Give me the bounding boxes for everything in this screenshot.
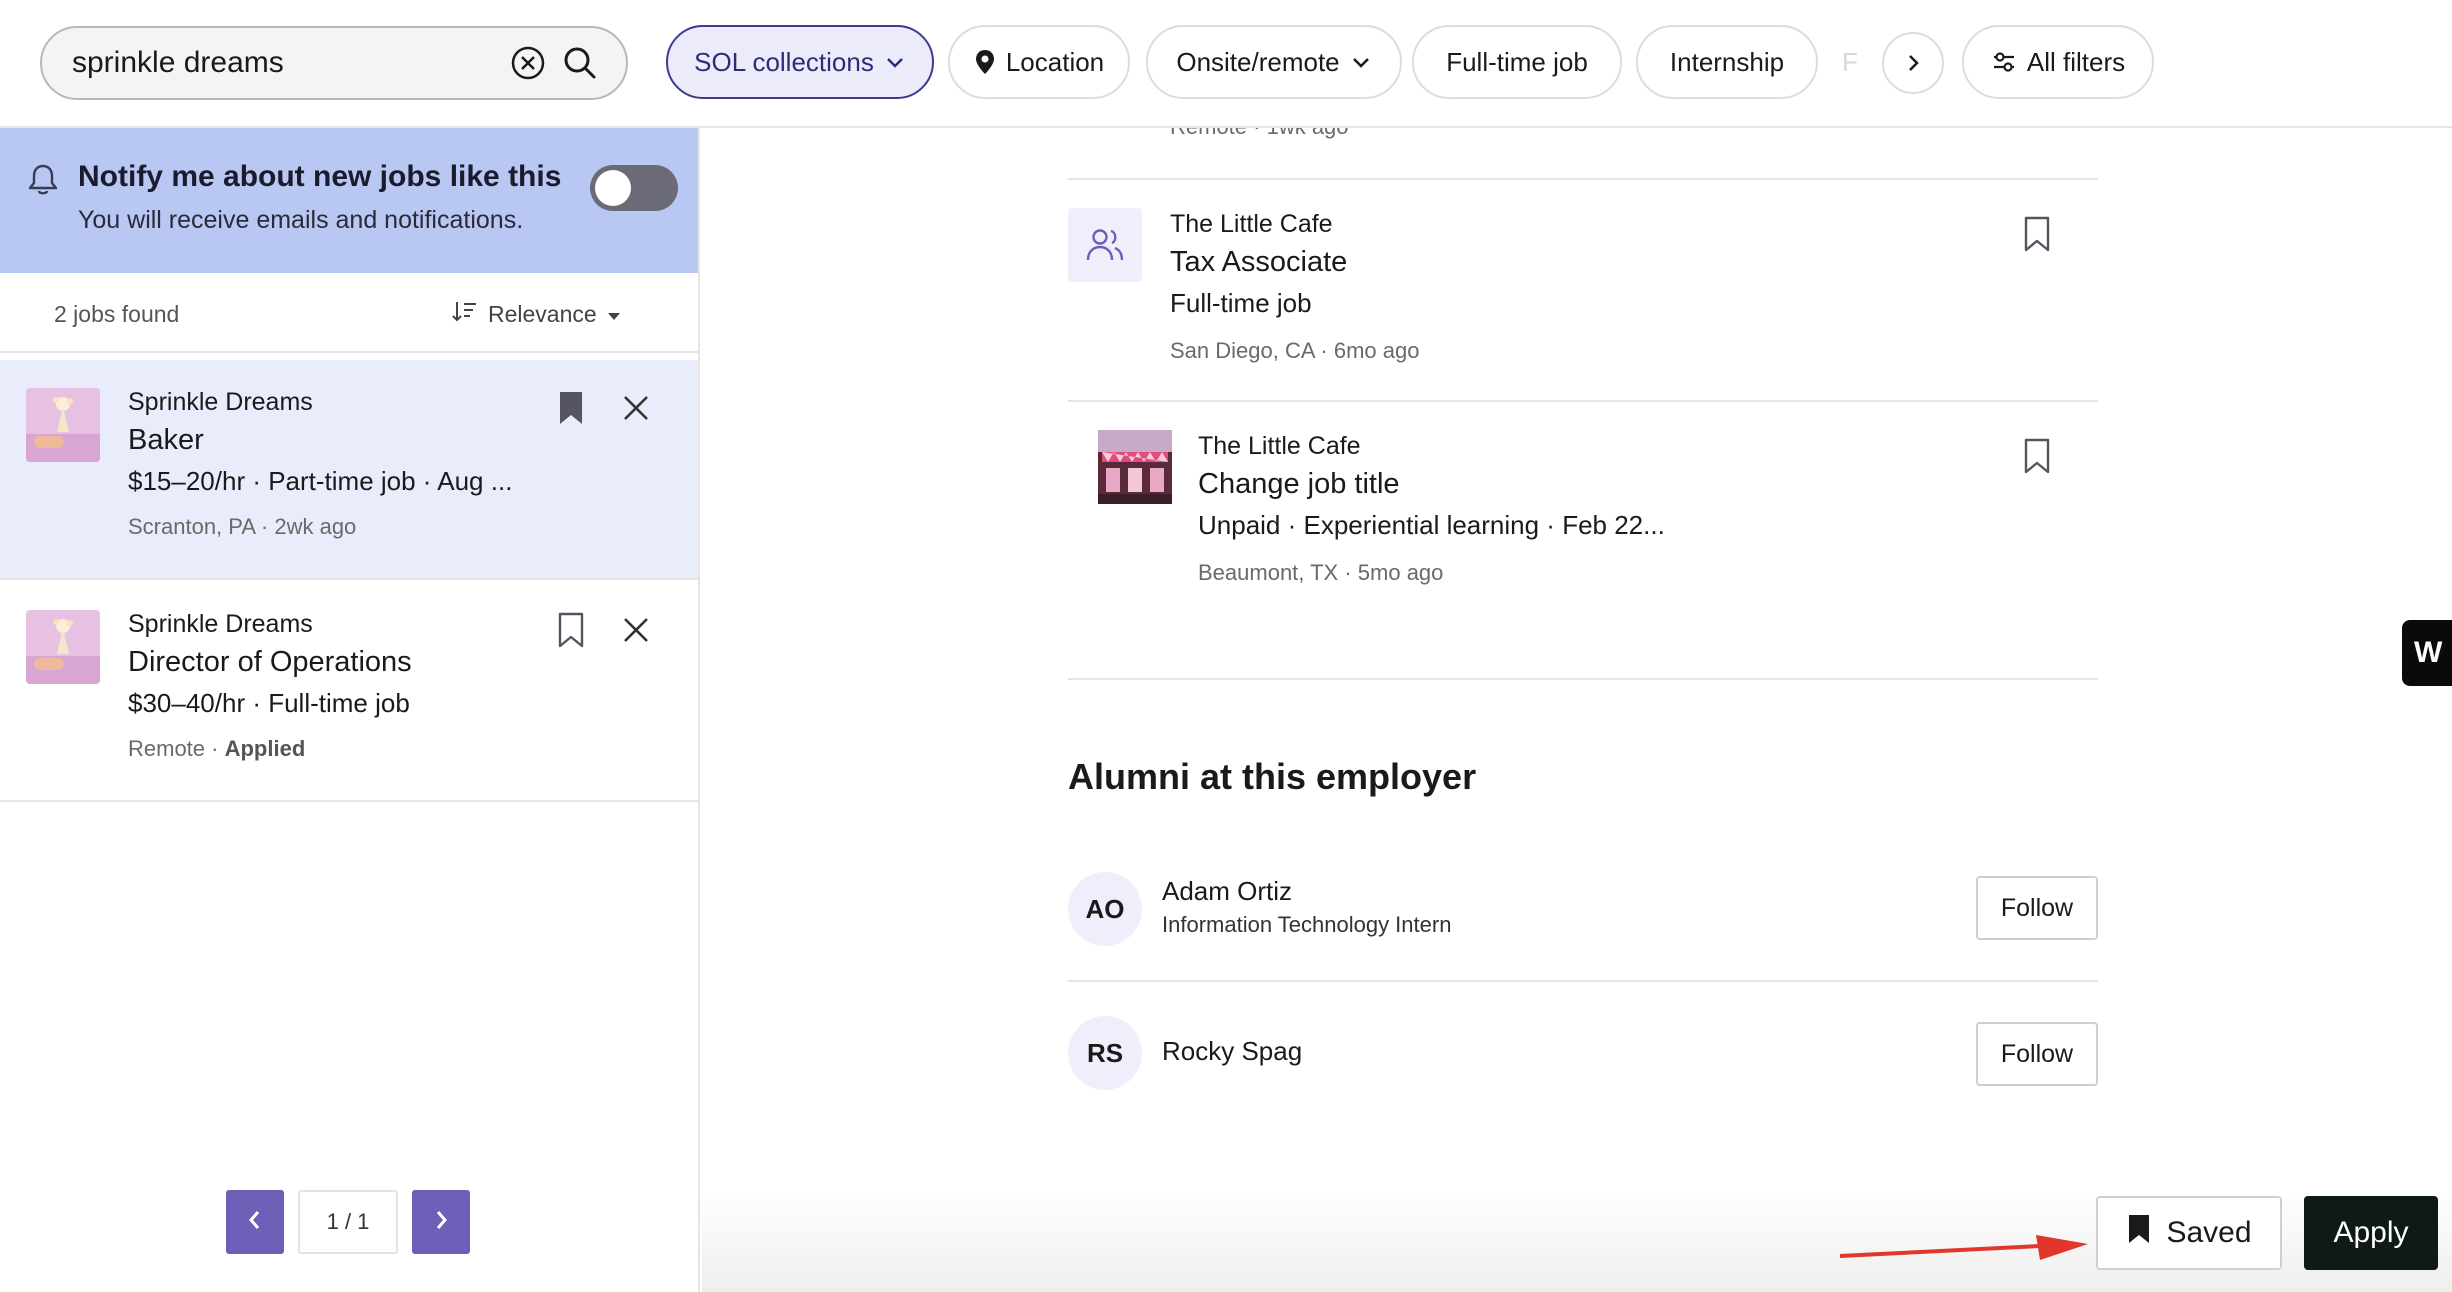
bookmark-filled-icon	[2126, 1213, 2152, 1253]
job-location: Remote	[128, 736, 206, 761]
search-input[interactable]: sprinkle dreams	[72, 46, 494, 80]
job-location-line: Remote · Applied	[128, 736, 306, 761]
apply-button[interactable]: Apply	[2304, 1196, 2438, 1270]
divider	[1068, 678, 2098, 680]
dismiss-icon[interactable]	[622, 616, 650, 649]
results-header: 2 jobs found Relevance	[0, 273, 698, 353]
alumni-role: Information Technology Intern	[1162, 912, 1452, 937]
filter-bar: sprinkle dreams SOL collections Location…	[0, 0, 2452, 128]
sort-icon	[452, 299, 478, 329]
saved-button[interactable]: Saved	[2096, 1196, 2282, 1270]
people-icon	[1068, 208, 1142, 282]
saved-label: Saved	[2166, 1216, 2252, 1249]
job-alert-subtitle: You will receive emails and notification…	[78, 206, 524, 234]
clear-search-icon[interactable]	[510, 45, 546, 81]
search-icon[interactable]	[562, 45, 598, 81]
all-filters-label: All filters	[2026, 46, 2126, 77]
dismiss-icon[interactable]	[622, 394, 650, 427]
job-alert-banner: Notify me about new jobs like this You w…	[0, 128, 698, 273]
job-company: Sprinkle Dreams	[128, 388, 313, 416]
applied-status: Applied	[224, 736, 306, 761]
job-location: Scranton, PA	[128, 514, 255, 539]
avatar[interactable]: AO	[1068, 872, 1142, 946]
alumni-name[interactable]: Adam Ortiz	[1162, 876, 1292, 907]
sort-dropdown[interactable]: Relevance	[452, 299, 621, 329]
bookmark-outline-icon[interactable]	[2022, 438, 2052, 479]
sort-label: Relevance	[488, 300, 597, 327]
cafe-photo	[1098, 430, 1172, 504]
follow-button[interactable]: Follow	[1976, 1022, 2098, 1086]
job-alert-toggle[interactable]	[590, 165, 678, 211]
chevron-down-icon	[1350, 51, 1372, 73]
caret-down-icon	[607, 301, 621, 328]
alumni-name[interactable]: Rocky Spag	[1162, 1036, 1302, 1067]
filter-overflow-chip[interactable]: F	[1830, 25, 1870, 99]
divider	[1068, 400, 2098, 402]
search-box[interactable]: sprinkle dreams	[40, 26, 628, 100]
similar-job-title[interactable]: Tax Associate	[1170, 246, 1347, 279]
job-title[interactable]: Baker	[128, 424, 204, 457]
filter-label: Location	[1005, 46, 1105, 77]
similar-job-location: Beaumont, TX · 5mo ago	[1198, 560, 1444, 585]
chevron-right-icon	[431, 1209, 451, 1236]
job-meta: $15–20/hr · Part-time job · Aug ...	[128, 466, 513, 496]
sliders-icon	[1991, 49, 2017, 75]
job-meta: $30–40/hr · Full-time job	[128, 688, 410, 718]
job-location-line: Scranton, PA · 2wk ago	[128, 514, 357, 539]
bookmark-filled-icon[interactable]	[556, 390, 586, 431]
job-company: Sprinkle Dreams	[128, 610, 313, 638]
company-logo	[26, 610, 100, 684]
filter-onsite-remote[interactable]: Onsite/remote	[1146, 25, 1402, 99]
similar-job-title[interactable]: Change job title	[1198, 468, 1400, 501]
filter-label: F	[1842, 46, 1858, 77]
divider	[1068, 980, 2098, 982]
job-detail-panel: Remote · 1wk ago The Little Cafe Tax Ass…	[702, 128, 2452, 1292]
company-logo	[26, 388, 100, 462]
job-posted: 2wk ago	[274, 514, 357, 539]
filter-label: Full-time job	[1446, 46, 1588, 77]
avatar[interactable]: RS	[1068, 1016, 1142, 1090]
location-pin-icon	[974, 48, 996, 76]
job-card[interactable]: Sprinkle Dreams Baker $15–20/hr · Part-t…	[0, 360, 698, 580]
alumni-section-title: Alumni at this employer	[1068, 756, 1477, 797]
divider	[1068, 178, 2098, 180]
job-title[interactable]: Director of Operations	[128, 646, 412, 679]
side-widget-tab[interactable]: W	[2402, 620, 2452, 686]
job-card[interactable]: Sprinkle Dreams Director of Operations $…	[0, 582, 698, 802]
chevron-left-icon	[245, 1209, 265, 1236]
similar-job-location: San Diego, CA · 6mo ago	[1170, 338, 1420, 363]
jobs-found-count: 2 jobs found	[54, 301, 180, 327]
chevron-down-icon	[884, 51, 906, 73]
filter-location[interactable]: Location	[948, 25, 1130, 99]
pagination: 1 / 1	[226, 1190, 470, 1254]
filter-sol-collections[interactable]: SOL collections	[666, 25, 934, 99]
all-filters-button[interactable]: All filters	[1962, 25, 2154, 99]
previous-page-button[interactable]	[226, 1190, 284, 1254]
filter-label: Internship	[1669, 46, 1785, 77]
bookmark-outline-icon[interactable]	[556, 612, 586, 653]
filter-label: SOL collections	[694, 46, 874, 77]
chevron-right-icon	[1902, 52, 1924, 74]
similar-job-company: The Little Cafe	[1170, 210, 1333, 238]
filter-full-time-job[interactable]: Full-time job	[1412, 25, 1622, 99]
job-alert-title: Notify me about new jobs like this	[78, 160, 562, 193]
page-indicator: 1 / 1	[298, 1190, 398, 1254]
follow-button[interactable]: Follow	[1976, 876, 2098, 940]
next-page-button[interactable]	[412, 1190, 470, 1254]
filter-internship[interactable]: Internship	[1636, 25, 1818, 99]
annotation-arrow-icon	[1839, 1235, 2088, 1260]
filter-label: Onsite/remote	[1176, 46, 1340, 77]
similar-job-company: The Little Cafe	[1198, 432, 1361, 460]
job-list-panel: Notify me about new jobs like this You w…	[0, 128, 700, 1292]
previous-job-location: Remote · 1wk ago	[1170, 128, 1349, 140]
bookmark-outline-icon[interactable]	[2022, 216, 2052, 257]
scroll-filters-right-button[interactable]	[1882, 32, 1944, 94]
bell-icon	[26, 162, 60, 203]
similar-job-meta: Full-time job	[1170, 288, 1312, 318]
similar-job-meta: Unpaid · Experiential learning · Feb 22.…	[1198, 510, 1665, 540]
